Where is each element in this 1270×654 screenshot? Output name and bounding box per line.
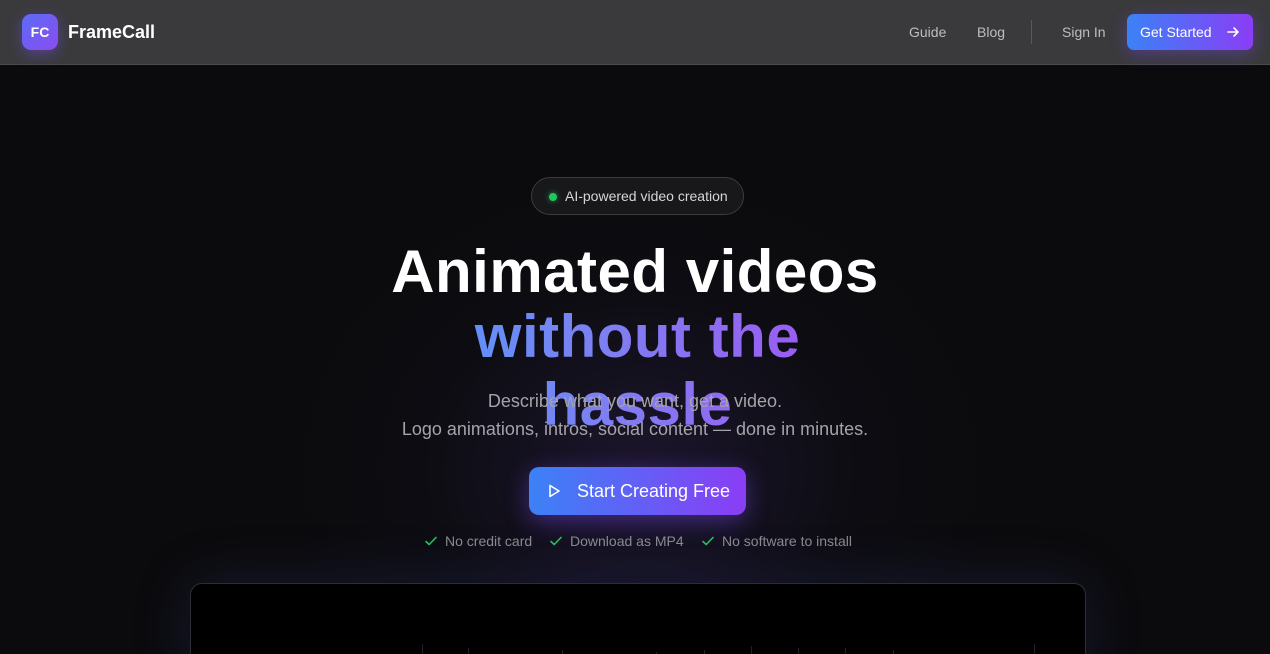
check-icon	[550, 536, 562, 546]
arrow-right-icon	[1227, 27, 1239, 37]
start-creating-button[interactable]: Start Creating Free	[529, 467, 746, 515]
preview-decoration	[704, 650, 705, 654]
get-started-button[interactable]: Get Started	[1127, 14, 1253, 50]
landing-page: FC FrameCall Guide Blog Sign In Get Star…	[0, 0, 1270, 654]
check-label: No credit card	[445, 533, 533, 549]
top-navigation-bar: FC FrameCall Guide Blog Sign In Get Star…	[0, 0, 1270, 65]
brand-name: FrameCall	[68, 21, 156, 42]
preview-decoration	[468, 648, 469, 654]
check-item: No software to install	[701, 531, 852, 551]
ai-badge-label: AI-powered video creation	[565, 188, 728, 204]
play-icon	[549, 484, 560, 498]
hero-subtitle-line-2: Logo animations, intros, social content …	[401, 419, 869, 439]
logo-badge: FC	[22, 14, 58, 50]
hero-subtitle-line-1: Describe what you want, get a video.	[487, 391, 783, 411]
status-dot	[549, 193, 557, 201]
sign-in-link[interactable]: Sign In	[1062, 0, 1106, 64]
preview-decoration	[562, 650, 563, 654]
preview-decoration	[893, 650, 894, 654]
brand-logo-link[interactable]: FC FrameCall	[22, 14, 155, 50]
preview-decoration	[845, 648, 846, 654]
check-label: Download as MP4	[570, 533, 684, 549]
nav-divider	[1031, 20, 1032, 44]
check-item: Download as MP4	[549, 531, 684, 551]
check-icon	[425, 536, 437, 546]
ai-badge: AI-powered video creation	[531, 177, 744, 215]
nav-link-blog[interactable]: Blog	[977, 0, 1005, 64]
check-label: No software to install	[722, 533, 852, 549]
preview-decoration	[422, 644, 423, 654]
feature-checklist: No credit card Download as MP4 No softwa…	[0, 531, 1270, 551]
nav-link-guide[interactable]: Guide	[909, 0, 946, 64]
check-item: No credit card	[424, 531, 532, 551]
start-creating-label: Start Creating Free	[577, 480, 731, 501]
preview-decoration	[751, 646, 752, 654]
get-started-label: Get Started	[1140, 24, 1212, 40]
preview-decoration	[1034, 644, 1035, 654]
preview-decoration	[798, 648, 799, 654]
hero-title-line-1: Animated videos	[391, 238, 879, 305]
check-icon	[702, 536, 714, 546]
video-preview-frame[interactable]	[190, 583, 1086, 654]
